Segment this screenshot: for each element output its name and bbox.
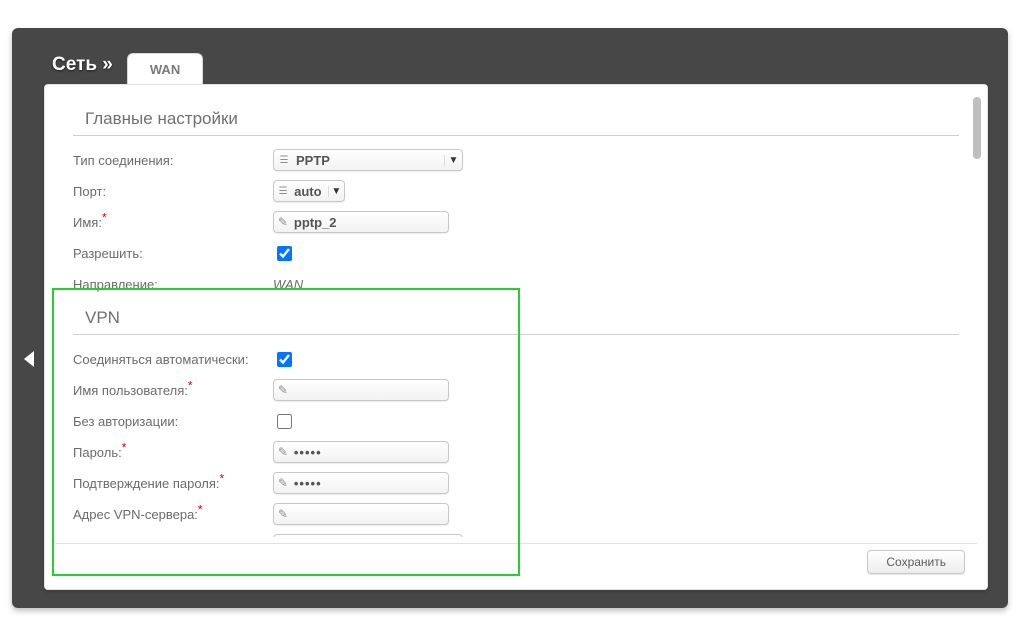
- content-panel: Главные настройки Тип соединения: PPTP ▼…: [44, 84, 988, 590]
- input-vpn-user-field[interactable]: [292, 383, 448, 398]
- row-vpn-password: Пароль:*: [73, 438, 959, 466]
- content-scroll: Главные настройки Тип соединения: PPTP ▼…: [73, 99, 959, 537]
- input-vpn-password[interactable]: [273, 441, 449, 463]
- label-vpn-auto: Соединяться автоматически:: [73, 352, 273, 367]
- pencil-icon: [274, 476, 292, 490]
- select-connection-type-value: PPTP: [294, 153, 444, 168]
- label-vpn-user: Имя пользователя:*: [73, 383, 273, 398]
- row-direction: Направление: WAN: [73, 270, 959, 298]
- scrollbar-thumb[interactable]: [973, 97, 981, 159]
- label-vpn-password2-text: Подтверждение пароля:: [73, 476, 220, 491]
- label-vpn-password2: Подтверждение пароля:*: [73, 476, 273, 491]
- required-marker: *: [188, 378, 193, 392]
- row-vpn-password2: Подтверждение пароля:*: [73, 469, 959, 497]
- label-name-text: Имя:: [73, 215, 102, 230]
- tab-wan[interactable]: WAN: [127, 53, 203, 85]
- checkbox-vpn-auto[interactable]: [277, 352, 292, 367]
- label-vpn-noauth: Без авторизации:: [73, 414, 273, 429]
- row-port: Порт: auto ▼: [73, 177, 959, 205]
- select-port[interactable]: auto ▼: [273, 180, 345, 202]
- input-vpn-server-field[interactable]: [292, 507, 448, 522]
- label-vpn-server-text: Адрес VPN-сервера:: [73, 507, 198, 522]
- sidebar-expand-arrow[interactable]: [24, 351, 34, 367]
- label-vpn-user-text: Имя пользователя:: [73, 383, 188, 398]
- save-button[interactable]: Сохранить: [867, 550, 965, 574]
- input-name-field[interactable]: [292, 215, 448, 230]
- row-vpn-server: Адрес VPN-сервера:*: [73, 500, 959, 528]
- label-allow: Разрешить:: [73, 246, 273, 261]
- viewport: Сеть » WAN Главные настройки Тип соедине…: [0, 0, 1020, 634]
- input-vpn-server[interactable]: [273, 503, 449, 525]
- section-title-vpn: VPN: [73, 302, 959, 335]
- input-vpn-password-field[interactable]: [292, 445, 448, 460]
- input-vpn-user[interactable]: [273, 379, 449, 401]
- required-marker: *: [198, 502, 203, 516]
- label-vpn-server: Адрес VPN-сервера:*: [73, 507, 273, 522]
- row-vpn-enc: Шифрование: Без шифрования ▼: [73, 531, 959, 537]
- row-connection-type: Тип соединения: PPTP ▼: [73, 146, 959, 174]
- required-marker: *: [102, 210, 107, 224]
- checkbox-vpn-noauth[interactable]: [277, 414, 292, 429]
- scrollbar[interactable]: [973, 97, 981, 537]
- label-vpn-password-text: Пароль:: [73, 445, 122, 460]
- row-allow: Разрешить:: [73, 239, 959, 267]
- breadcrumb[interactable]: Сеть »: [52, 54, 123, 84]
- row-name: Имя:*: [73, 208, 959, 236]
- section-title-main: Главные настройки: [73, 103, 959, 136]
- pencil-icon: [274, 215, 292, 229]
- chevron-down-icon: ▼: [444, 155, 462, 166]
- select-vpn-enc[interactable]: Без шифрования ▼: [273, 534, 463, 537]
- row-vpn-user: Имя пользователя:*: [73, 376, 959, 404]
- chevron-down-icon: ▼: [328, 186, 344, 197]
- required-marker: *: [220, 471, 225, 485]
- select-connection-type[interactable]: PPTP ▼: [273, 149, 463, 171]
- pencil-icon: [274, 507, 292, 521]
- row-vpn-noauth: Без авторизации:: [73, 407, 959, 435]
- input-vpn-password2[interactable]: [273, 472, 449, 494]
- label-connection-type: Тип соединения:: [73, 153, 273, 168]
- input-vpn-password2-field[interactable]: [292, 476, 448, 491]
- pencil-icon: [274, 383, 292, 397]
- label-port: Порт:: [73, 184, 273, 199]
- label-vpn-password: Пароль:*: [73, 445, 273, 460]
- label-direction: Направление:: [73, 277, 273, 292]
- app-chrome: Сеть » WAN Главные настройки Тип соедине…: [12, 28, 1008, 608]
- row-vpn-auto: Соединяться автоматически:: [73, 345, 959, 373]
- input-name[interactable]: [273, 211, 449, 233]
- header: Сеть » WAN: [52, 50, 203, 84]
- label-name: Имя:*: [73, 215, 273, 230]
- select-port-value: auto: [292, 184, 327, 199]
- footer: Сохранить: [55, 543, 977, 579]
- required-marker: *: [122, 440, 127, 454]
- list-icon: [274, 185, 292, 197]
- value-direction: WAN: [273, 277, 303, 292]
- checkbox-allow[interactable]: [277, 246, 292, 261]
- list-icon: [274, 154, 294, 166]
- pencil-icon: [274, 445, 292, 459]
